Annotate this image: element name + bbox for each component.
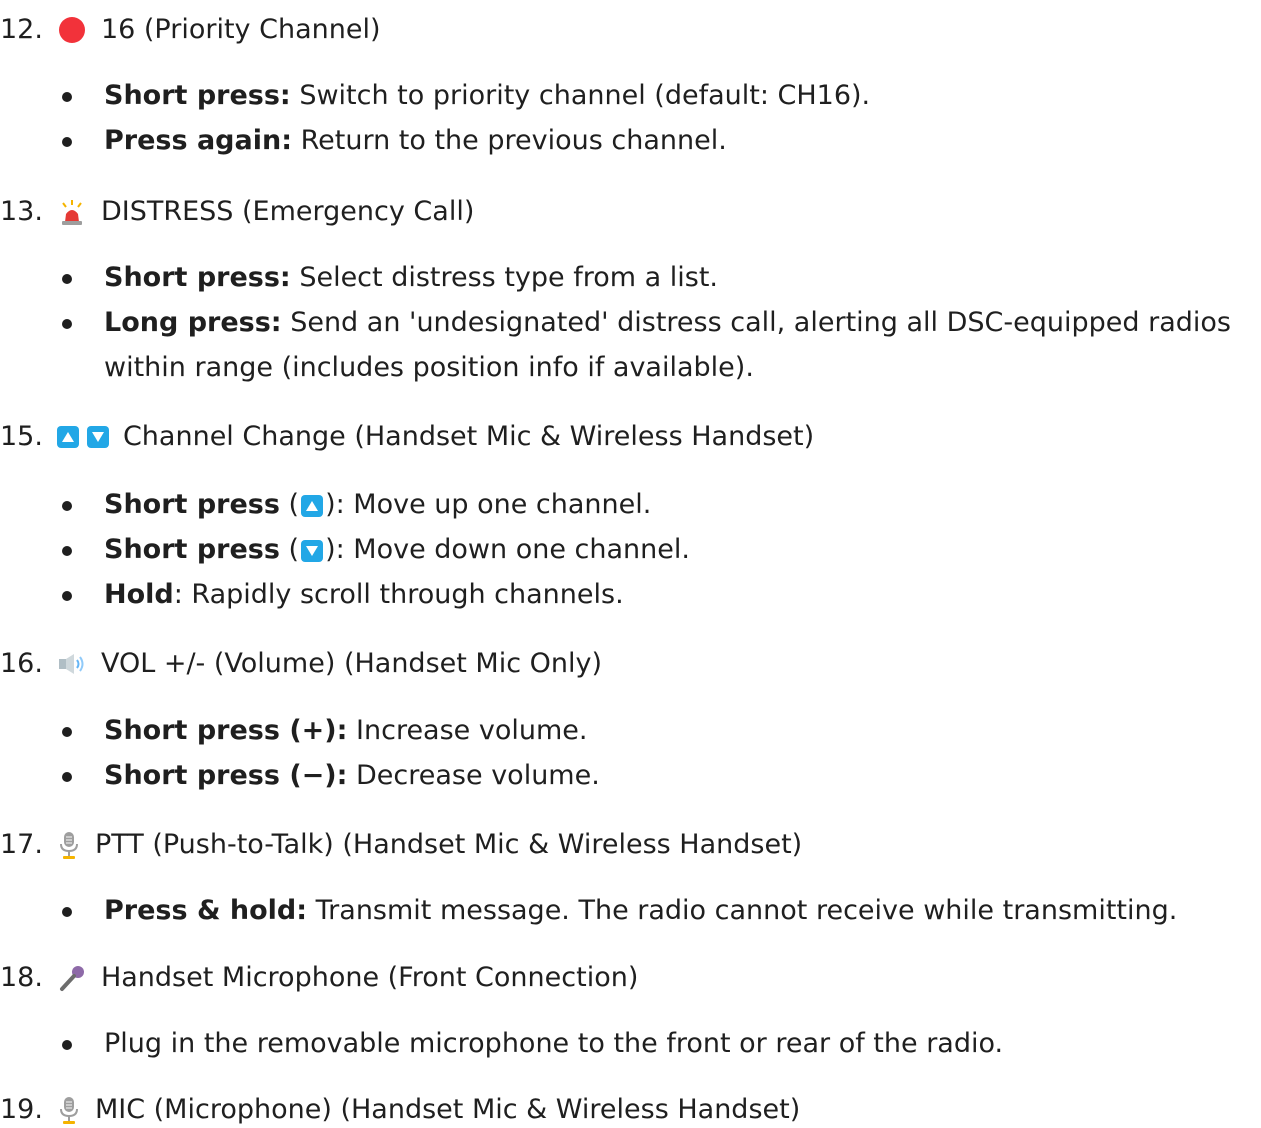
item-18-list: Plug in the removable microphone to the … [0,1021,1003,1066]
down-triangle-button-icon [86,426,109,448]
up-triangle-button-icon [301,494,324,517]
list-item: Short press: Switch to priority channel … [0,73,870,118]
item-title: PTT (Push-to-Talk) (Handset Mic & Wirele… [94,829,803,860]
item-title: Channel Change (Handset Mic & Wireless H… [122,421,815,452]
list-item: Plug in the removable microphone to the … [0,1021,1003,1066]
item-number: 12. [0,14,43,45]
list-item: Short press (): Move up one channel. [0,482,690,527]
item-17-list: Press & hold: Transmit message. The radi… [0,888,1177,933]
list-item: Short press (+): Increase volume. [0,708,600,753]
item-title: Handset Microphone (Front Connection) [100,962,639,993]
speaker-icon [57,651,87,677]
studio-microphone-icon [57,1095,81,1125]
item-18-heading: 18. Handset Microphone (Front Connection… [0,961,638,995]
item-number: 18. [0,962,43,993]
document: 12. 16 (Priority Channel) Short press: S… [0,0,1261,1128]
list-item: Short press (): Move down one channel. [0,527,690,572]
list-item: Press & hold: Transmit message. The radi… [0,888,1177,933]
item-15-heading: 15. Channel Change (Handset Mic & Wirele… [0,420,814,454]
list-item: Short press: Select distress type from a… [0,255,1261,300]
item-number: 17. [0,829,43,860]
studio-microphone-icon [57,830,81,860]
item-number: 16. [0,648,43,679]
item-title: 16 (Priority Channel) [100,14,381,45]
item-title: DISTRESS (Emergency Call) [100,196,475,227]
item-17-heading: 17. PTT (Push-to-Talk) (Handset Mic & Wi… [0,828,802,862]
item-16-heading: 16. VOL +/- (Volume) (Handset Mic Only) [0,647,602,681]
list-item: Press again: Return to the previous chan… [0,118,870,163]
item-16-list: Short press (+): Increase volume. Short … [0,708,600,798]
item-13-list: Short press: Select distress type from a… [0,255,1261,390]
item-13-heading: 13. DISTRESS (Emergency Call) [0,195,474,229]
item-12-heading: 12. 16 (Priority Channel) [0,13,381,47]
item-number: 15. [0,421,43,452]
handheld-microphone-icon [57,963,87,993]
item-number: 19. [0,1094,43,1125]
list-item: Long press: Send an 'undesignated' distr… [0,300,1261,390]
list-item: Hold: Rapidly scroll through channels. [0,572,690,617]
item-15-list: Short press (): Move up one channel. Sho… [0,482,690,617]
item-19-heading: 19. MIC (Microphone) (Handset Mic & Wire… [0,1093,800,1127]
list-item: Short press (−): Decrease volume. [0,753,600,798]
item-title: MIC (Microphone) (Handset Mic & Wireless… [94,1094,801,1125]
red-circle-icon [57,15,87,45]
up-triangle-button-icon [56,426,79,448]
item-title: VOL +/- (Volume) (Handset Mic Only) [100,648,603,679]
siren-icon [57,197,87,227]
down-triangle-button-icon [301,539,324,562]
item-12-list: Short press: Switch to priority channel … [0,73,870,163]
item-number: 13. [0,196,43,227]
